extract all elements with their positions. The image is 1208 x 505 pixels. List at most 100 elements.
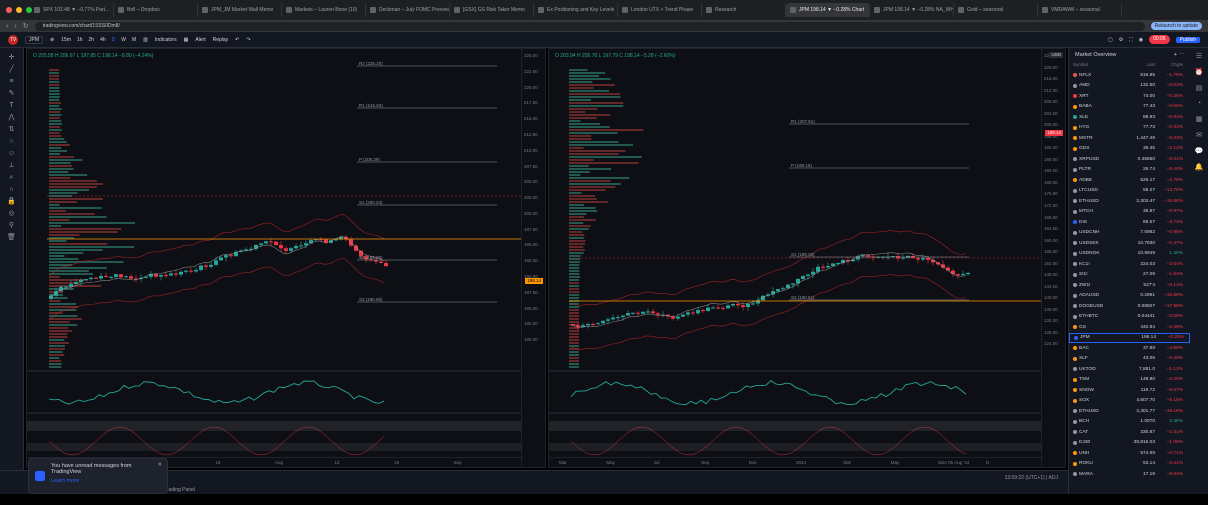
window-controls[interactable] — [6, 7, 32, 13]
browser-tab[interactable]: JPM 198.14 ▼ −0.28% Chart — [786, 3, 870, 17]
symbol-search[interactable]: JPM — [25, 35, 43, 44]
notifications-icon[interactable]: 🔔 — [1195, 163, 1204, 171]
watchlist-row[interactable]: SI1! 27.09 −1.64% — [1069, 270, 1190, 281]
trendline-icon[interactable]: ╱ — [9, 66, 13, 74]
replay-button[interactable]: Replay — [213, 37, 229, 43]
brush-icon[interactable]: ✎ — [9, 90, 15, 98]
watchlist-row[interactable]: UNH 574.68 −0.71% — [1069, 448, 1190, 459]
browser-tab[interactable]: JPM 198.14 ▼ −0.28% NA_WH — [870, 3, 954, 17]
relaunch-button[interactable]: Relaunch to update — [1150, 22, 1202, 30]
watchlist-row[interactable]: PLTR 26.74 −5.48% — [1069, 165, 1190, 176]
watchlist-row[interactable]: MTCH 36.87 −0.97% — [1069, 207, 1190, 218]
watchlist-row[interactable]: DJ30 38,816.03 −1.08% — [1069, 438, 1190, 449]
forward-icon[interactable]: › — [14, 23, 16, 30]
watchlist-row[interactable]: XLF 43.06 −2.40% — [1069, 354, 1190, 365]
hotlist-icon[interactable]: ◔ — [1197, 100, 1201, 107]
watchlist-row[interactable]: SOX 4,607.70 −5.18% — [1069, 396, 1190, 407]
eye-icon[interactable]: ◎ — [8, 210, 14, 218]
browser-tab[interactable]: Research — [702, 3, 786, 17]
browser-tab[interactable]: Ex Positioning and Key Levels — [534, 3, 618, 17]
calendar-icon[interactable]: ▦ — [1196, 115, 1203, 123]
alerts-icon[interactable]: ⏰ — [1195, 68, 1204, 76]
watchlist-row[interactable]: BAC 37.88 −4.88% — [1069, 343, 1190, 354]
watchlist-icon[interactable]: ☰ — [1196, 52, 1202, 60]
interval-button[interactable]: W — [121, 37, 126, 43]
url-bar[interactable]: tradingview.com/chart/1SSS0Dm8/ — [34, 21, 1145, 31]
fullscreen-icon[interactable]: ⛶ — [1129, 37, 1133, 43]
interval-button[interactable]: 2h — [89, 37, 95, 43]
right-chart-canvas[interactable]: R1 (207.51) P (190.15) S1 (168.38) S2 (160.… — [549, 49, 1066, 468]
shapes-icon[interactable]: ○ — [9, 138, 13, 146]
left-chart-pane[interactable]: R2 (225.20) R1 (215.63) P (205.29) S1 (200.… — [26, 48, 546, 468]
text-icon[interactable]: T — [9, 102, 13, 110]
watchlist-row[interactable]: SNOW 119.72 −5.67% — [1069, 385, 1190, 396]
tv-logo[interactable]: TV — [8, 34, 18, 45]
browser-tab[interactable]: Deckman – July FOMC Preview — [366, 3, 450, 17]
watchlist-row[interactable]: ADBE 526.17 −2.78% — [1069, 175, 1190, 186]
indicators-button[interactable]: Indicators — [155, 37, 177, 43]
link-icon[interactable]: ⚲ — [9, 222, 14, 230]
right-time-axis[interactable]: Mar May Jul Sep Nov 2024 Mar May Mon 05 Aug '24 N — [549, 457, 1043, 467]
minimize-window-icon[interactable] — [16, 7, 22, 13]
watchlist-row[interactable]: DOGEUSD 0.08927 −17.98% — [1069, 301, 1190, 312]
ideas-icon[interactable]: ✉ — [1196, 131, 1202, 139]
right-currency[interactable]: USD — [1049, 52, 1063, 58]
close-window-icon[interactable] — [6, 7, 12, 13]
chart-type-icon[interactable]: ▥ — [143, 37, 148, 43]
watchlist-row[interactable]: AMD 132.50 −0.03% — [1069, 81, 1190, 92]
browser-tab[interactable]: Bell – Dropbox — [114, 3, 198, 17]
magnet-icon[interactable]: ∩ — [9, 186, 14, 194]
browser-tab[interactable]: London UTX + Trend Phase — [618, 3, 702, 17]
publish-button[interactable]: Publish — [1175, 36, 1200, 43]
interval-button[interactable]: 15m — [61, 37, 71, 43]
col-last[interactable]: Last — [1125, 62, 1155, 70]
watchlist-row[interactable]: KC1! 224.03 −2.54% — [1069, 259, 1190, 270]
emoji-icon[interactable]: ☺ — [8, 150, 15, 158]
browser-tab[interactable]: SPX 102.48 ▼ −0.77% Part… — [30, 3, 114, 17]
interval-button[interactable]: D — [112, 37, 116, 43]
prediction-icon[interactable]: ⇅ — [9, 126, 15, 134]
fib-icon[interactable]: ≡ — [9, 78, 13, 86]
right-price-axis[interactable]: 224.00220.00216.00212.00208.00204.00200.… — [1041, 49, 1065, 467]
zoom-icon[interactable]: ⌕ — [10, 174, 14, 182]
adj-toggle[interactable]: ADJ — [1049, 475, 1058, 481]
trading-panel-tab[interactable]: Trading Panel — [164, 487, 195, 493]
interval-button[interactable]: 4h — [100, 37, 106, 43]
watchlist-row[interactable]: DIS 86.57 −3.74% — [1069, 217, 1190, 228]
watchlist-row[interactable]: USDSEK 10.7830 −0.47% — [1069, 238, 1190, 249]
watchlist-title[interactable]: Market Overview — [1075, 52, 1116, 58]
watchlist-row[interactable]: MSTR 1,447.49 −5.23% — [1069, 133, 1190, 144]
watchlist-row[interactable]: BCH 1.0070 2.48% — [1069, 417, 1190, 428]
notification-toast[interactable]: You have unread messages from TradingVie… — [28, 458, 168, 494]
camera-icon[interactable]: ◉ — [1139, 37, 1143, 43]
maximize-window-icon[interactable] — [26, 7, 32, 13]
ruler-icon[interactable]: ⟂ — [9, 162, 14, 170]
record-timer[interactable]: 00:06 — [1149, 35, 1170, 44]
left-price-axis[interactable]: 225.00 222.50 220.00 217.50 215.00 212.50 210.… — [521, 49, 545, 467]
undo-icon[interactable]: ↶ — [235, 37, 239, 43]
watchlist-row[interactable]: TSM 149.80 −3.30% — [1069, 375, 1190, 386]
layout-select-icon[interactable]: ▢ — [1108, 37, 1113, 43]
add-symbol-icon[interactable]: ⊕ — [50, 37, 54, 43]
watchlist-row[interactable]: USDCNH 7.0982 −0.98% — [1069, 228, 1190, 239]
watchlist-row[interactable]: MARA 17.19 −9.84% — [1069, 469, 1190, 480]
col-chg[interactable]: Chg% — [1155, 62, 1183, 70]
browser-tab[interactable]: VMDAWM – seasonal — [1038, 3, 1122, 17]
toast-link[interactable]: Learn more — [51, 478, 161, 484]
alert-button[interactable]: Alert — [195, 37, 205, 43]
browser-tab[interactable]: Markets – Lauren Bone (10) — [282, 3, 366, 17]
back-icon[interactable]: ‹ — [6, 23, 8, 30]
data-window-icon[interactable]: ▤ — [1196, 84, 1203, 92]
watchlist-row[interactable]: ADAUSD 0.2891 −15.88% — [1069, 291, 1190, 302]
watchlist-row[interactable]: BABA 77.43 −0.66% — [1069, 102, 1190, 113]
pattern-icon[interactable]: ⋀ — [9, 114, 15, 122]
browser-tab[interactable]: JPM_JM Market Wall Memo — [198, 3, 282, 17]
watchlist-row[interactable]: XRPUSD 0.45650 −5.01% — [1069, 154, 1190, 165]
watchlist-row[interactable]: GS 440.84 −5.48% — [1069, 322, 1190, 333]
browser-tab[interactable]: Gold – seasonal — [954, 3, 1038, 17]
watchlist-row[interactable]: JPM 198.14 −0.28% — [1069, 332, 1190, 343]
watchlist-row[interactable]: ZW1! 527'4 −0.14% — [1069, 280, 1190, 291]
watchlist-row[interactable]: ETHUSD 2,303.47 −19.88% — [1069, 196, 1190, 207]
col-symbol[interactable]: Symbol — [1073, 62, 1125, 70]
redo-icon[interactable]: ↷ — [246, 37, 250, 43]
